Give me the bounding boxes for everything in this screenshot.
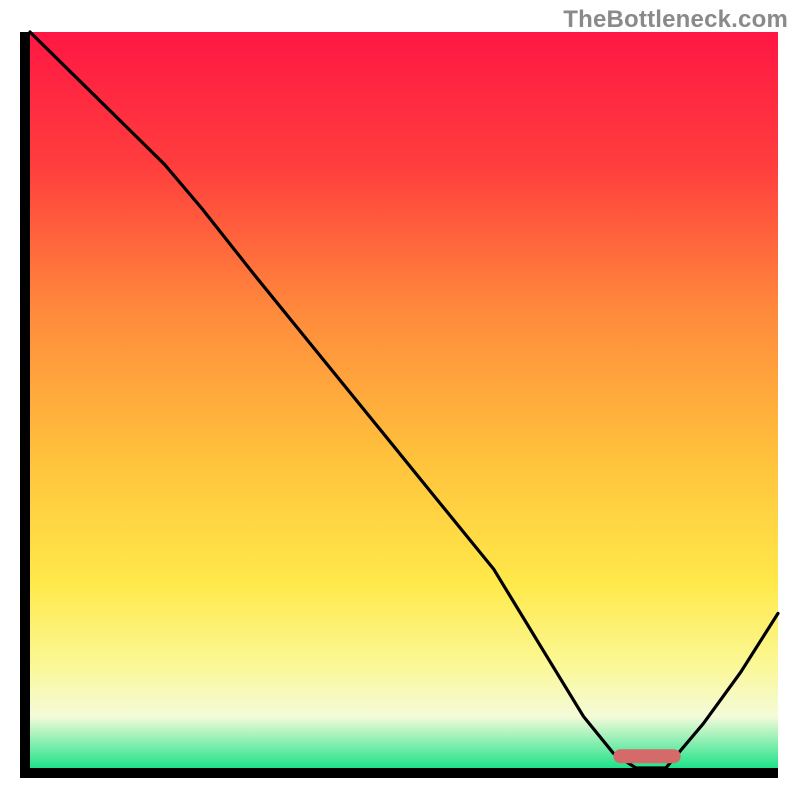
chart-container: TheBottleneck.com bbox=[0, 0, 800, 800]
chart-svg bbox=[0, 0, 800, 800]
y-axis bbox=[20, 32, 30, 778]
optimal-marker bbox=[613, 749, 680, 763]
